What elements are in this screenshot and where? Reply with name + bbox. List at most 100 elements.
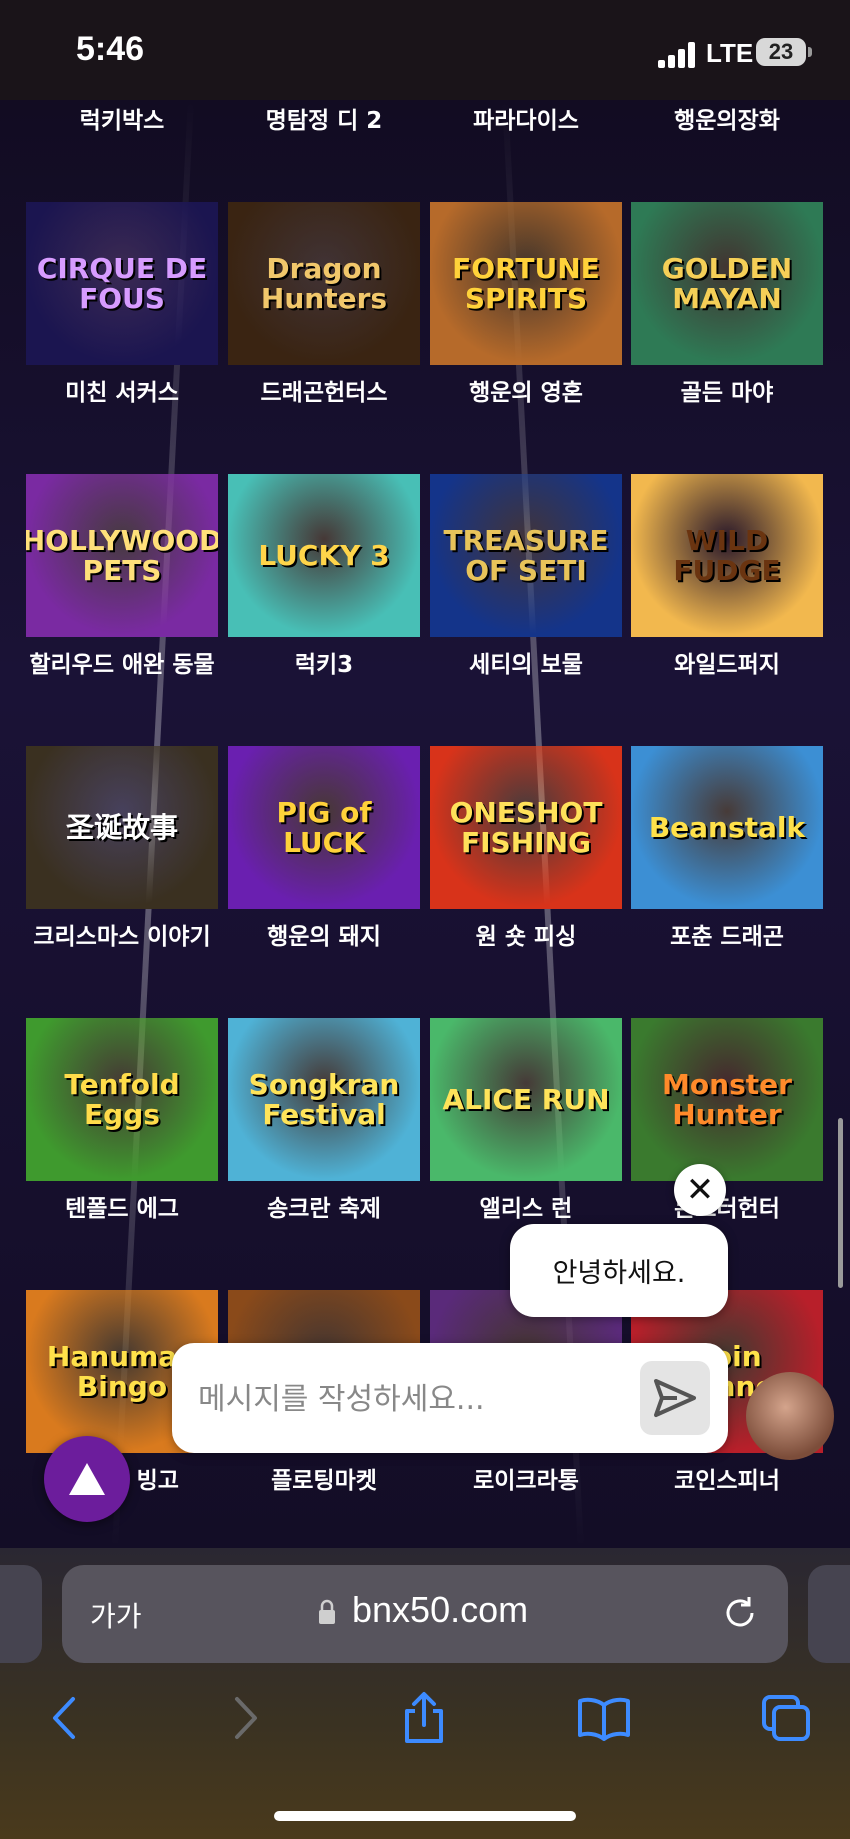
battery-icon: 23	[756, 38, 806, 66]
game-title[interactable]: 명탐정 디 2	[228, 107, 420, 137]
game-tile[interactable]: TREASURE OF SETI 세티의 보물	[430, 474, 622, 681]
game-title[interactable]: 드래곤헌터스	[228, 379, 420, 409]
game-title[interactable]: 할리우드 애완 동물	[26, 651, 218, 681]
game-thumbnail[interactable]: HOLLYWOOD PETS	[26, 474, 218, 637]
game-title[interactable]: 포춘 드래곤	[631, 923, 823, 953]
game-thumbnail[interactable]: CIRQUE DE FOUS	[26, 202, 218, 365]
game-title[interactable]: 파라다이스	[430, 107, 622, 137]
forward-button[interactable]	[216, 1688, 276, 1748]
next-tab-peek[interactable]	[808, 1565, 850, 1663]
game-tile[interactable]: Songkran Festival 송크란 축제	[228, 1018, 420, 1225]
game-thumbnail[interactable]: FORTUNE SPIRITS	[430, 202, 622, 365]
game-title[interactable]: 골든 마야	[631, 379, 823, 409]
game-thumbnail[interactable]: ALICE RUN	[430, 1018, 622, 1181]
game-thumbnail[interactable]: 圣诞故事	[26, 746, 218, 909]
game-art-text: CIRQUE DE FOUS	[36, 252, 208, 315]
back-button[interactable]	[34, 1688, 94, 1748]
game-tile[interactable]: Turn You On파라다이스	[430, 100, 622, 137]
game-title[interactable]: 와일드퍼지	[631, 651, 823, 681]
game-tile[interactable]: FORTUNE SPIRITS 행운의 영혼	[430, 202, 622, 409]
game-title[interactable]: 럭키박스	[26, 107, 218, 137]
game-thumbnail[interactable]: LUCKY 3	[228, 474, 420, 637]
tabs-button[interactable]	[756, 1688, 816, 1748]
game-title[interactable]: 행운의 영혼	[430, 379, 622, 409]
chat-message-input[interactable]	[196, 1371, 620, 1427]
game-art-text: LUCKY 3	[258, 538, 390, 572]
send-button[interactable]	[640, 1361, 710, 1435]
game-art-text: PIG of LUCK	[276, 796, 372, 859]
game-tile[interactable]: ALICE RUN 앨리스 런	[430, 1018, 622, 1225]
game-thumbnail[interactable]: Monster Hunter	[631, 1018, 823, 1181]
game-tile[interactable]: WILD FUDGE 와일드퍼지	[631, 474, 823, 681]
game-title[interactable]: 로이크라통	[430, 1467, 622, 1497]
network-type: LTE	[706, 38, 754, 68]
reload-icon[interactable]	[718, 1591, 762, 1635]
game-title[interactable]: 미친 서커스	[26, 379, 218, 409]
game-thumbnail[interactable]: Tenfold Eggs	[26, 1018, 218, 1181]
home-indicator[interactable]	[274, 1811, 576, 1821]
lock-icon	[319, 1599, 335, 1624]
share-button[interactable]	[394, 1688, 454, 1748]
game-title[interactable]: 앨리스 런	[430, 1195, 622, 1225]
previous-tab-peek[interactable]	[0, 1565, 42, 1663]
game-tile[interactable]: ONESHOT FISHING 원 숏 피싱	[430, 746, 622, 953]
game-art-text: FORTUNE SPIRITS	[452, 252, 600, 315]
browser-toolbar: 가가 bnx50.com	[0, 1548, 850, 1839]
game-art-text: Dragon Hunters	[260, 252, 388, 315]
game-tile[interactable]: Boots of luck행운의장화	[631, 100, 823, 137]
game-title[interactable]: 코인스피너	[631, 1467, 823, 1497]
game-thumbnail[interactable]: WILD FUDGE	[631, 474, 823, 637]
game-art-text: ONESHOT FISHING	[449, 796, 603, 859]
forward-icon	[235, 1697, 257, 1739]
game-thumbnail[interactable]: Songkran Festival	[228, 1018, 420, 1181]
game-thumbnail[interactable]: GOLDEN MAYAN	[631, 202, 823, 365]
game-title[interactable]: 세티의 보물	[430, 651, 622, 681]
text-size-button[interactable]: 가가	[90, 1595, 142, 1635]
game-title[interactable]: 플로팅마켓	[228, 1467, 420, 1497]
game-title[interactable]: 텐폴드 에그	[26, 1195, 218, 1225]
floating-action-button[interactable]	[44, 1436, 130, 1522]
chat-message-bar	[172, 1343, 728, 1453]
game-tile[interactable]: CIRQUE DE FOUS 미친 서커스	[26, 202, 218, 409]
game-art-text: HOLLYWOOD PETS	[26, 524, 218, 587]
address-bar[interactable]: 가가 bnx50.com	[62, 1565, 788, 1663]
game-art-text: Monster Hunter	[662, 1068, 792, 1131]
game-tile[interactable]: LUCKY 3 럭키3	[228, 474, 420, 681]
game-tile[interactable]: Dragon Hunters 드래곤헌터스	[228, 202, 420, 409]
game-thumbnail[interactable]: Beanstalk	[631, 746, 823, 909]
game-list-page[interactable]: 럭키박스 DETECTIVE DEE2명탐정 디 2 Turn You On파라다이…	[0, 100, 850, 1548]
game-tile[interactable]: 圣诞故事 크리스마스 이야기	[26, 746, 218, 953]
scroll-indicator[interactable]	[838, 1118, 843, 1288]
chat-greeting-bubble: 안녕하세요.	[510, 1224, 728, 1317]
game-tile[interactable]: Tenfold Eggs 텐폴드 에그	[26, 1018, 218, 1225]
game-title[interactable]: 크리스마스 이야기	[26, 923, 218, 953]
game-thumbnail[interactable]: TREASURE OF SETI	[430, 474, 622, 637]
close-icon[interactable]: ✕	[674, 1164, 726, 1216]
game-tile[interactable]: HOLLYWOOD PETS 할리우드 애완 동물	[26, 474, 218, 681]
game-title[interactable]: 행운의 돼지	[228, 923, 420, 953]
book-icon	[578, 1697, 630, 1741]
tabs-icon	[762, 1695, 810, 1741]
game-tile[interactable]: DETECTIVE DEE2명탐정 디 2	[228, 100, 420, 137]
bookmarks-button[interactable]	[574, 1688, 634, 1748]
game-art-text: WILD FUDGE	[673, 524, 781, 587]
url-text: bnx50.com	[352, 1589, 529, 1630]
game-tile[interactable]: Monster Hunter 몬스터헌터	[631, 1018, 823, 1225]
chatbot-avatar[interactable]	[746, 1372, 834, 1460]
game-title[interactable]: 행운의장화	[631, 107, 823, 137]
game-tile[interactable]: Beanstalk 포춘 드래곤	[631, 746, 823, 953]
battery-tip	[808, 47, 812, 57]
game-tile[interactable]: 럭키박스	[26, 100, 218, 137]
game-thumbnail[interactable]: PIG of LUCK	[228, 746, 420, 909]
game-thumbnail[interactable]: Dragon Hunters	[228, 202, 420, 365]
game-title[interactable]: 원 숏 피싱	[430, 923, 622, 953]
game-art-text: 圣诞故事	[65, 810, 178, 844]
signal-icon	[658, 42, 698, 68]
share-icon	[405, 1692, 443, 1743]
game-tile[interactable]: GOLDEN MAYAN 골든 마야	[631, 202, 823, 409]
game-title[interactable]: 송크란 축제	[228, 1195, 420, 1225]
game-thumbnail[interactable]: ONESHOT FISHING	[430, 746, 622, 909]
game-tile[interactable]: PIG of LUCK 행운의 돼지	[228, 746, 420, 953]
game-title[interactable]: 럭키3	[228, 651, 420, 681]
game-title[interactable]: 몬스터헌터	[631, 1195, 823, 1225]
